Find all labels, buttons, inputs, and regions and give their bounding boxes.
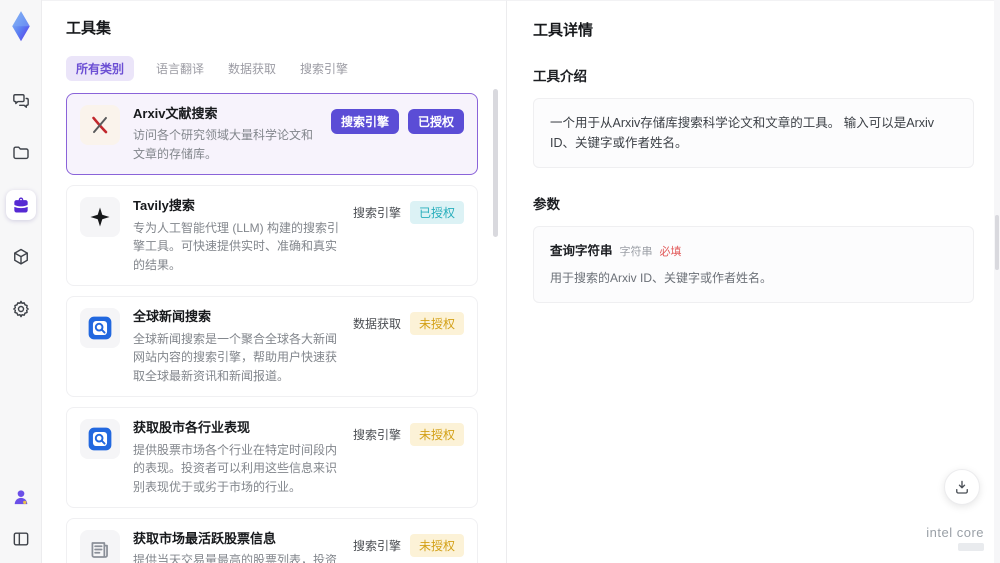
parameter-required-flag: 必填 — [659, 246, 682, 258]
sidebar-item-cube[interactable] — [6, 242, 36, 272]
intel-core-logo: intel core — [926, 525, 984, 551]
params-box: 查询字符串 字符串 必填 用于搜索的Arxiv ID、关键字或作者姓名。 — [533, 226, 974, 303]
tool-description: 全球新闻搜索是一个聚合全球各大新闻网站内容的搜索引擎，帮助用户快速获取全球最新资… — [133, 331, 338, 383]
arxiv-icon — [80, 105, 120, 145]
tool-status-badge: 未授权 — [409, 423, 464, 447]
sidebar-item-briefcase[interactable] — [5, 190, 36, 220]
window-scrollbar-thumb[interactable] — [995, 215, 999, 270]
tool-name: Tavily搜索 — [133, 198, 195, 214]
sidebar-nav — [5, 86, 36, 324]
tool-category-badge: 数据获取 — [352, 317, 401, 332]
newspaper-icon — [80, 530, 120, 563]
brand-text: intel core — [926, 525, 984, 540]
download-icon — [956, 480, 968, 494]
tool-category-badge: 搜索引擎 — [352, 539, 401, 554]
news-search-icon — [80, 308, 120, 349]
intro-box: 一个用于从Arxiv存储库搜索科学论文和文章的工具。 输入可以是Arxiv ID… — [533, 98, 974, 168]
user-icon — [11, 487, 31, 507]
gear-icon — [11, 299, 31, 319]
sidebar — [0, 0, 42, 563]
sidebar-item-folder[interactable] — [6, 138, 36, 168]
tavily-icon — [80, 197, 120, 238]
tool-description: 专为人工智能代理 (LLM) 构建的搜索引擎工具。可快速提供实时、准确和真实的结… — [133, 220, 340, 272]
tool-category-badge: 搜索引擎 — [352, 206, 401, 221]
folder-icon — [11, 143, 31, 163]
news-search-icon — [80, 419, 120, 460]
tab-1[interactable]: 语言翻译 — [154, 56, 206, 81]
parameter-type: 字符串 — [619, 246, 653, 258]
window-scrollbar[interactable] — [994, 0, 1000, 563]
sidebar-bottom — [7, 483, 35, 553]
tool-description: 访问各个研究领域大量科学论文和文章的存储库。 — [133, 128, 314, 161]
tool-name: 全球新闻搜索 — [133, 309, 212, 325]
brand-badge — [958, 543, 984, 551]
download-button[interactable] — [944, 469, 980, 505]
tool-category-badge: 搜索引擎 — [352, 428, 401, 443]
tool-name: 获取股市各行业表现 — [133, 420, 251, 436]
list-scrollbar[interactable] — [493, 89, 498, 237]
tool-name: 获取市场最活跃股票信息 — [133, 531, 277, 547]
tab-2[interactable]: 数据获取 — [226, 56, 278, 81]
sidebar-item-gear[interactable] — [6, 294, 36, 324]
tab-3[interactable]: 搜索引擎 — [298, 56, 350, 81]
tool-card[interactable]: 获取市场最活跃股票信息 提供当天交易量最高的股票列表，投资者可以利用这些信息来识… — [66, 518, 478, 563]
sidebar-item-chat[interactable] — [6, 86, 36, 116]
tool-name: Arxiv文献搜索 — [133, 106, 218, 121]
tool-status-badge: 已授权 — [407, 109, 464, 134]
tool-status-badge: 已授权 — [409, 201, 464, 225]
sidebar-item-user[interactable] — [7, 483, 35, 511]
app-logo-icon[interactable] — [6, 10, 36, 44]
tool-card[interactable]: Arxiv文献搜索 访问各个研究领域大量科学论文和文章的存储库。 搜索引擎 已授… — [66, 93, 478, 176]
params-heading: 参数 — [533, 197, 560, 212]
tab-0[interactable]: 所有类别 — [66, 56, 135, 81]
tool-description: 提供当天交易量最高的股票列表，投资者可以利用这些信息来识别流动性强的股票和潜在的… — [133, 553, 338, 563]
sidebar-item-panel-toggle[interactable] — [7, 525, 35, 553]
parameter-name: 查询字符串 — [550, 244, 613, 258]
tool-card[interactable]: 获取股市各行业表现 提供股票市场各个行业在特定时间段内的表现。投资者可以利用这些… — [66, 407, 478, 509]
tool-category-badge: 搜索引擎 — [330, 109, 399, 134]
intro-heading: 工具介绍 — [533, 69, 587, 84]
chat-icon — [11, 91, 31, 111]
cube-icon — [11, 247, 31, 267]
category-tabs: 所有类别 语言翻译 数据获取 搜索引擎 — [66, 56, 492, 81]
parameter-description: 用于搜索的Arxiv ID、关键字或作者姓名。 — [550, 270, 773, 285]
tool-card[interactable]: 全球新闻搜索 全球新闻搜索是一个聚合全球各大新闻网站内容的搜索引擎，帮助用户快速… — [66, 296, 478, 398]
app-window: 工具集 所有类别 语言翻译 数据获取 搜索引擎 Arxiv文献搜索 访问各个研究领域大… — [0, 0, 1000, 563]
briefcase-icon — [11, 195, 31, 215]
parameter-row: 查询字符串 字符串 必填 用于搜索的Arxiv ID、关键字或作者姓名。 — [550, 241, 957, 288]
tool-description: 提供股票市场各个行业在特定时间段内的表现。投资者可以利用这些信息来识别表现优于或… — [133, 442, 338, 494]
tool-list: Arxiv文献搜索 访问各个研究领域大量科学论文和文章的存储库。 搜索引擎 已授… — [66, 93, 478, 563]
tool-card[interactable]: Tavily搜索 专为人工智能代理 (LLM) 构建的搜索引擎工具。可快速提供实… — [66, 185, 478, 287]
panel-toggle-icon — [11, 529, 31, 549]
tool-list-panel: 工具集 所有类别 语言翻译 数据获取 搜索引擎 Arxiv文献搜索 访问各个研究领域大… — [42, 0, 506, 563]
details-title: 工具详情 — [533, 22, 594, 39]
tool-status-badge: 未授权 — [409, 534, 464, 558]
page-title: 工具集 — [66, 20, 112, 37]
tool-status-badge: 未授权 — [409, 312, 464, 336]
tool-details-panel: 工具详情 工具介绍 一个用于从Arxiv存储库搜索科学论文和文章的工具。 输入可… — [506, 0, 1000, 563]
